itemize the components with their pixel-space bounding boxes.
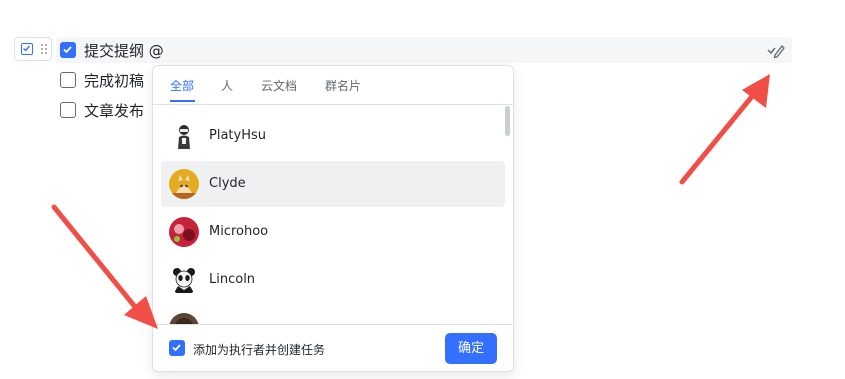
assign-checkbox-label[interactable]: 添加为执行者并创建任务 bbox=[193, 341, 325, 358]
tab-cloud-docs[interactable]: 云文档 bbox=[261, 77, 297, 94]
mention-tabs: 全部 人 云文档 群名片 bbox=[153, 66, 513, 105]
mention-list: PlatyHsu Clyde Microhoo Lincoln bbox=[153, 105, 513, 325]
avatar bbox=[169, 265, 199, 295]
task-block-icon bbox=[21, 43, 33, 55]
task-text[interactable]: 提交提纲 @ bbox=[84, 40, 164, 61]
item-name: PlatyHsu bbox=[209, 128, 266, 143]
confirm-button[interactable]: 确定 bbox=[445, 333, 497, 364]
list-item[interactable]: PlatyHsu bbox=[161, 113, 505, 159]
task-checkbox[interactable] bbox=[60, 42, 76, 58]
list-item[interactable]: Lincoln bbox=[161, 257, 505, 303]
item-name: Clyde bbox=[209, 176, 246, 191]
avatar bbox=[169, 217, 199, 247]
tab-all[interactable]: 全部 bbox=[170, 77, 194, 94]
item-name: Microhoo bbox=[209, 224, 269, 239]
annotation-arrow-right bbox=[679, 74, 770, 185]
task-item: 文章发布 bbox=[60, 100, 144, 120]
list-item[interactable] bbox=[161, 305, 505, 325]
item-name: Lincoln bbox=[209, 272, 256, 287]
avatar bbox=[169, 169, 199, 199]
task-checkbox[interactable] bbox=[60, 72, 76, 88]
task-text[interactable]: 完成初稿 bbox=[84, 70, 144, 91]
annotation-arrow-left bbox=[51, 204, 158, 329]
avatar bbox=[169, 121, 199, 151]
list-item[interactable]: Clyde bbox=[161, 161, 505, 207]
active-row-highlight bbox=[56, 37, 792, 63]
drag-handle-icon[interactable] bbox=[40, 43, 48, 55]
edit-task-icon[interactable] bbox=[766, 41, 786, 59]
list-scrollbar[interactable] bbox=[505, 106, 510, 136]
task-item: 提交提纲 @ bbox=[60, 40, 164, 60]
active-tab-indicator bbox=[170, 100, 195, 102]
task-item: 完成初稿 bbox=[60, 70, 144, 90]
list-item[interactable]: Microhoo bbox=[161, 209, 505, 255]
tab-group-cards[interactable]: 群名片 bbox=[325, 77, 361, 94]
popup-footer: 添加为执行者并创建任务 确定 bbox=[153, 324, 513, 371]
mention-popup: 全部 人 云文档 群名片 PlatyHsu Clyde Microhoo Lin… bbox=[152, 65, 514, 372]
assign-checkbox[interactable] bbox=[169, 340, 185, 356]
block-handle[interactable] bbox=[14, 37, 52, 61]
tab-people[interactable]: 人 bbox=[221, 77, 233, 94]
task-checkbox[interactable] bbox=[60, 102, 76, 118]
task-text[interactable]: 文章发布 bbox=[84, 100, 144, 121]
